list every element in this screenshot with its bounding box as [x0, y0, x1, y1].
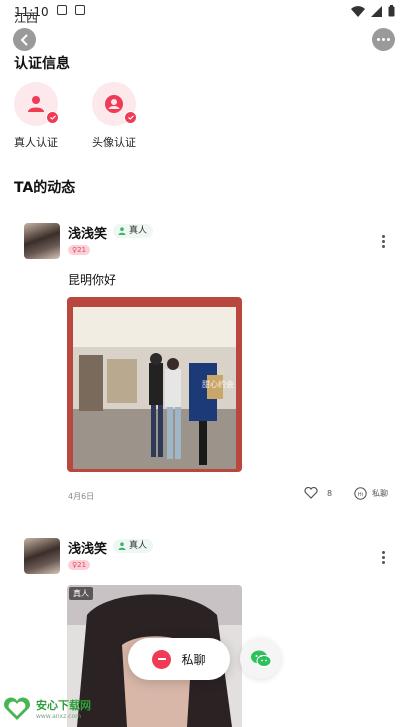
avatar[interactable] [24, 223, 60, 259]
real-person-tag-label: 真人 [129, 226, 148, 236]
more-options-button[interactable] [372, 28, 395, 51]
chat-hi-icon: Hi [354, 487, 367, 500]
private-chat-label: 私聊 [372, 489, 388, 498]
watermark-logo-icon [2, 696, 32, 722]
wechat-button[interactable] [240, 638, 281, 679]
private-chat-link[interactable]: Hi 私聊 [354, 487, 388, 500]
site-watermark: 安心下载网 www.anxz.com [0, 690, 110, 727]
post-more-icon[interactable] [382, 551, 386, 566]
age-tag: ♀21 [68, 245, 91, 255]
wifi-icon [351, 5, 365, 17]
verified-check-icon [46, 111, 59, 124]
status-bar: 11:10 江西 [0, 0, 409, 26]
floating-chat-label: 私聊 [181, 652, 206, 667]
person-small-icon [118, 227, 126, 235]
location-text: 江西 [14, 11, 39, 25]
person-icon [28, 96, 44, 112]
avatar[interactable] [24, 538, 60, 574]
cert-real-person[interactable]: 真人认证 [6, 82, 66, 150]
minus-circle-icon [152, 649, 172, 669]
notification-image-icon [75, 5, 85, 15]
like-button[interactable]: 8 [304, 487, 332, 499]
cert-label: 头像认证 [92, 136, 136, 149]
photo-real-tag: 真人 [69, 587, 93, 600]
certification-title: 认证信息 [14, 56, 70, 72]
real-person-tag-label: 真人 [129, 541, 148, 551]
age-value: 21 [77, 561, 87, 569]
post-text: 昆明你好 [68, 273, 117, 287]
cert-real-person-circle [14, 82, 59, 126]
like-count: 8 [327, 488, 333, 498]
real-person-tag: 真人 [113, 539, 154, 553]
username[interactable]: 浅浅笑 [68, 223, 107, 242]
post-date: 4月6日 [68, 492, 95, 501]
verified-check-icon [124, 111, 137, 124]
username[interactable]: 浅浅笑 [68, 538, 107, 557]
chevron-left-icon [20, 33, 28, 46]
avatar-badge-icon [105, 95, 123, 113]
post-more-icon[interactable] [382, 235, 386, 250]
battery-icon [388, 5, 395, 17]
svg-text:Hi: Hi [358, 492, 363, 498]
notification-icons [57, 5, 85, 15]
watermark-text: 安心下载网 www.anxz.com [36, 697, 91, 720]
watermark-url: www.anxz.com [36, 713, 81, 720]
wechat-icon [250, 650, 271, 667]
more-horizontal-icon [377, 38, 390, 41]
signal-icon [371, 5, 382, 17]
cert-avatar[interactable]: 头像认证 [84, 82, 144, 150]
cert-avatar-circle [92, 82, 137, 126]
person-small-icon [118, 542, 126, 550]
age-value: 21 [77, 246, 87, 254]
notification-a-icon [57, 5, 67, 15]
system-icons [351, 5, 395, 17]
real-person-tag: 真人 [113, 224, 154, 238]
post-photo[interactable]: 甜心约会 [67, 297, 242, 472]
cert-label: 真人认证 [14, 136, 58, 149]
age-tag: ♀21 [68, 560, 91, 570]
photo-watermark: 甜心约会 [202, 380, 234, 389]
heart-icon [304, 487, 318, 499]
floating-chat-button[interactable]: 私聊 [128, 638, 230, 680]
watermark-name: 安心下载网 [36, 699, 91, 712]
back-button[interactable] [13, 28, 36, 51]
feed-title: TA的动态 [14, 180, 76, 196]
